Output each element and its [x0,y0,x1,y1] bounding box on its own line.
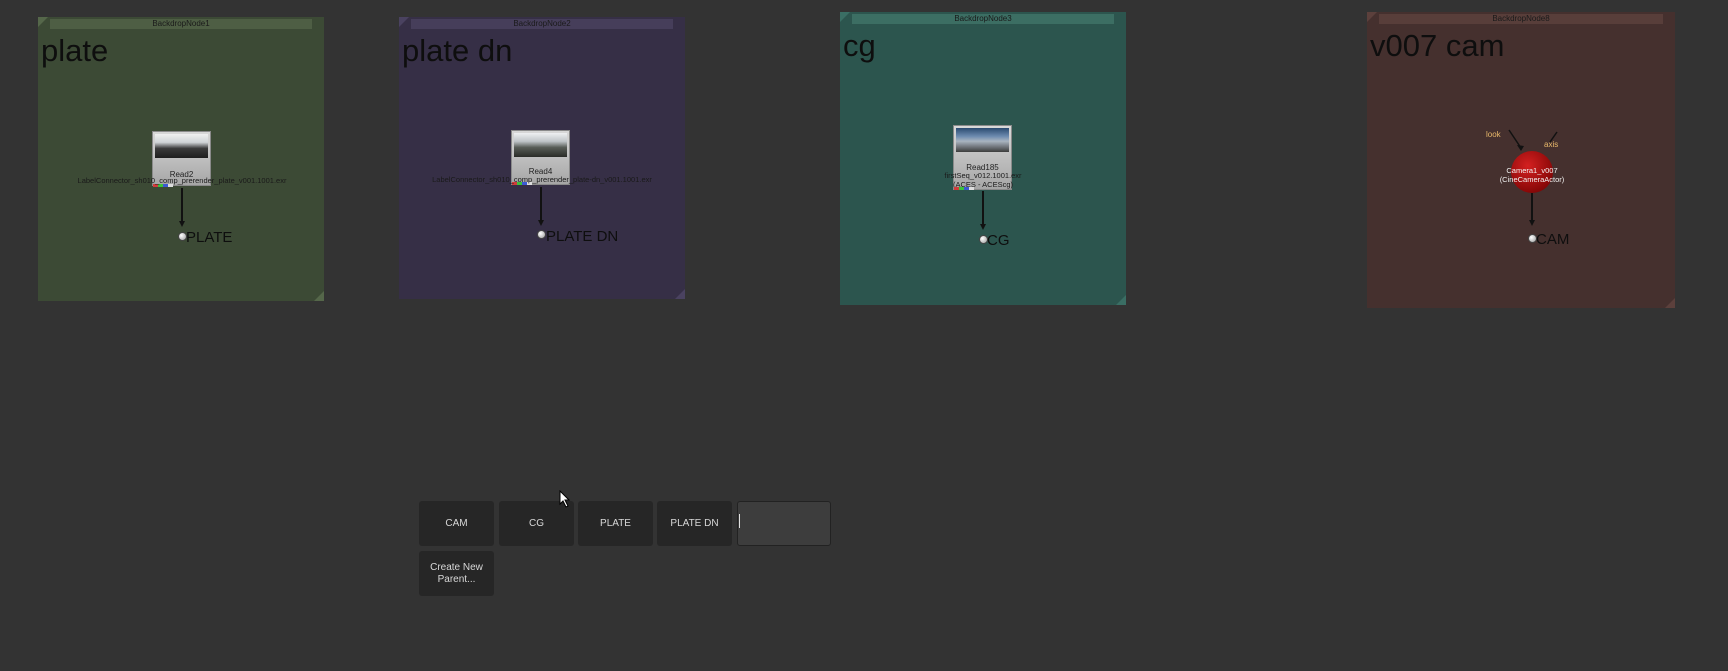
backdrop-label: cg [843,28,876,63]
resize-handle[interactable] [1116,295,1126,305]
dot-label: CAM [1536,231,1570,248]
backdrop-label: v007 cam [1370,28,1505,63]
resize-handle[interactable] [314,291,324,301]
backdrop-title: BackdropNode3 [852,14,1114,24]
resize-handle[interactable] [38,17,48,27]
channel-indicator [954,187,974,190]
parent-button-plate-dn[interactable]: PLATE DN [657,501,732,546]
connection-wire[interactable] [540,187,542,221]
node-filename: LabelConnector_sh010_comp_prerender_plat… [432,175,652,184]
camera-node-type: (CineCameraActor) [1499,175,1565,184]
arrowhead-icon [179,221,185,227]
node-colorspace: (ACES - ACEScg) [952,180,1013,189]
dot-node-plate-dn[interactable] [537,230,546,239]
connection-wire[interactable] [181,188,183,222]
resize-handle[interactable] [840,12,850,22]
backdrop-label: plate dn [402,33,513,68]
backdrop-title: BackdropNode8 [1379,14,1663,24]
resize-handle[interactable] [675,289,685,299]
thumbnail-image [155,134,208,158]
dot-label: CG [987,232,1010,249]
node-filename: firstSeq_v012.1001.exr [944,171,1022,180]
backdrop-title: BackdropNode2 [411,19,673,29]
dot-label: PLATE DN [546,228,619,245]
connection-wire[interactable] [982,191,984,225]
parent-name-input[interactable] [737,501,831,546]
backdrop-label: plate [41,33,109,68]
create-new-parent-button[interactable]: Create New Parent... [419,551,494,596]
input-label-look[interactable]: look [1486,130,1501,139]
dot-label: PLATE [186,229,233,246]
node-filename: LabelConnector_sh010_comp_prerender_plat… [77,176,287,185]
arrowhead-icon [538,220,544,226]
resize-handle[interactable] [1665,298,1675,308]
resize-handle[interactable] [399,17,409,27]
camera-node-name: Camera1_v007 [1506,166,1558,175]
connection-wire[interactable] [1531,193,1533,221]
arrowhead-icon [1529,220,1535,226]
thumbnail-image [956,128,1009,152]
arrowhead-icon [1517,145,1524,151]
resize-handle[interactable] [1367,12,1377,22]
parent-button-cam[interactable]: CAM [419,501,494,546]
input-label-axis[interactable]: axis [1544,140,1558,149]
mouse-pointer-icon [559,490,571,508]
look-input-pipe [1508,129,1522,149]
text-caret [739,514,740,528]
thumbnail-image [514,133,567,157]
backdrop-title: BackdropNode1 [50,19,312,29]
arrowhead-icon [980,224,986,230]
parent-button-plate[interactable]: PLATE [578,501,653,546]
